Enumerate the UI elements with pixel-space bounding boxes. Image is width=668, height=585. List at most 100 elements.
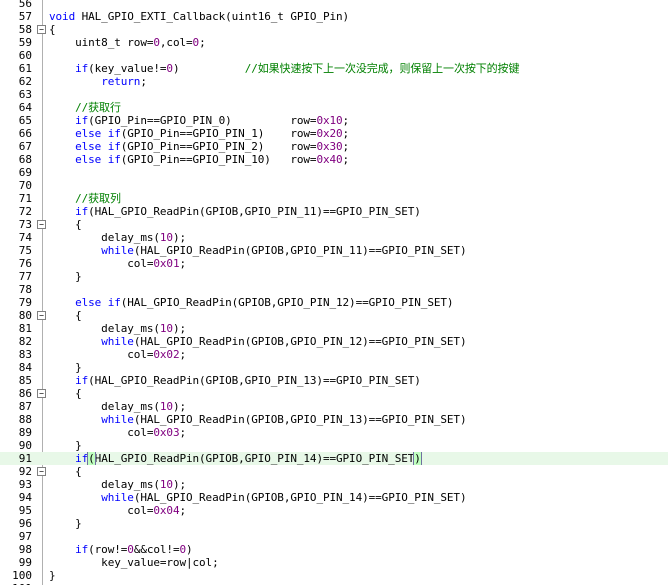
code-text: }: [49, 361, 82, 374]
code-token: ;: [179, 504, 186, 517]
code-line[interactable]: 72 if(HAL_GPIO_ReadPin(GPIOB,GPIO_PIN_11…: [0, 205, 668, 218]
code-token: {: [49, 218, 82, 231]
code-line[interactable]: 100}: [0, 569, 668, 582]
fold-toggle-icon[interactable]: −: [37, 467, 46, 476]
code-text: col=0x04;: [49, 504, 186, 517]
number-token: 0x20: [316, 127, 343, 140]
code-line[interactable]: 88 while(HAL_GPIO_ReadPin(GPIOB,GPIO_PIN…: [0, 413, 668, 426]
code-line[interactable]: 71 //获取列: [0, 192, 668, 205]
code-line[interactable]: 74 delay_ms(10);: [0, 231, 668, 244]
code-text: {: [49, 465, 82, 478]
code-line[interactable]: 64 //获取行: [0, 101, 668, 114]
code-line[interactable]: 58−{: [0, 23, 668, 36]
code-token: );: [172, 322, 186, 335]
code-line[interactable]: 90 }: [0, 439, 668, 452]
code-token: (GPIO_Pin==GPIO_PIN_10) row=: [120, 153, 317, 166]
line-number: 57: [18, 10, 32, 23]
line-number: 76: [18, 257, 32, 270]
line-number: 86: [18, 387, 32, 400]
line-number: 91: [18, 452, 32, 465]
keyword-token: while: [101, 244, 134, 257]
number-token: 10: [159, 231, 173, 244]
code-text: //获取行: [49, 101, 121, 114]
code-line[interactable]: 83 col=0x02;: [0, 348, 668, 361]
code-token: );: [172, 400, 186, 413]
code-token: (key_value!=: [88, 62, 167, 75]
code-text: if(row!=0&&col!=0): [49, 543, 193, 556]
code-line[interactable]: 98 if(row!=0&&col!=0): [0, 543, 668, 556]
code-line[interactable]: 93 delay_ms(10);: [0, 478, 668, 491]
code-line[interactable]: 70: [0, 179, 668, 192]
code-token: delay_ms(: [49, 322, 160, 335]
keyword-token: else if: [75, 127, 121, 140]
code-line[interactable]: 65 if(GPIO_Pin==GPIO_PIN_0) row=0x10;: [0, 114, 668, 127]
code-line[interactable]: 85 if(HAL_GPIO_ReadPin(GPIOB,GPIO_PIN_13…: [0, 374, 668, 387]
code-line[interactable]: 92− {: [0, 465, 668, 478]
code-text: delay_ms(10);: [49, 478, 186, 491]
code-line[interactable]: 96 }: [0, 517, 668, 530]
code-line[interactable]: 73− {: [0, 218, 668, 231]
code-line[interactable]: 76 col=0x01;: [0, 257, 668, 270]
code-token: ): [172, 62, 245, 75]
code-line[interactable]: 89 col=0x03;: [0, 426, 668, 439]
code-line[interactable]: 56: [0, 0, 668, 10]
current-code-line[interactable]: 91 if(HAL_GPIO_ReadPin(GPIOB,GPIO_PIN_14…: [0, 452, 668, 465]
line-number: 96: [18, 517, 32, 530]
code-text: col=0x02;: [49, 348, 186, 361]
code-line[interactable]: 61 if(key_value!=0) //如果快速按下上一次没完成，则保留上一…: [0, 62, 668, 75]
code-token: }: [49, 439, 82, 452]
code-line[interactable]: 60: [0, 49, 668, 62]
fold-toggle-icon[interactable]: −: [37, 311, 46, 320]
number-token: 0x03: [153, 426, 180, 439]
code-line[interactable]: 67 else if(GPIO_Pin==GPIO_PIN_2) row=0x3…: [0, 140, 668, 153]
code-text: if(HAL_GPIO_ReadPin(GPIOB,GPIO_PIN_11)==…: [49, 205, 421, 218]
code-token: (HAL_GPIO_ReadPin(GPIOB,GPIO_PIN_13)==GP…: [133, 413, 467, 426]
line-number: 74: [18, 231, 32, 244]
code-line[interactable]: 81 delay_ms(10);: [0, 322, 668, 335]
code-line[interactable]: 62 return;: [0, 75, 668, 88]
code-line[interactable]: 95 col=0x04;: [0, 504, 668, 517]
code-line[interactable]: 97: [0, 530, 668, 543]
code-line[interactable]: 94 while(HAL_GPIO_ReadPin(GPIOB,GPIO_PIN…: [0, 491, 668, 504]
keyword-token: else if: [75, 296, 121, 309]
code-line[interactable]: 78: [0, 283, 668, 296]
code-line[interactable]: 87 delay_ms(10);: [0, 400, 668, 413]
code-token: delay_ms(: [49, 231, 160, 244]
code-text: while(HAL_GPIO_ReadPin(GPIOB,GPIO_PIN_11…: [49, 244, 466, 257]
code-line[interactable]: 66 else if(GPIO_Pin==GPIO_PIN_1) row=0x2…: [0, 127, 668, 140]
code-line[interactable]: 75 while(HAL_GPIO_ReadPin(GPIOB,GPIO_PIN…: [0, 244, 668, 257]
code-line[interactable]: 63: [0, 88, 668, 101]
code-text: if(HAL_GPIO_ReadPin(GPIOB,GPIO_PIN_13)==…: [49, 374, 421, 387]
code-line[interactable]: 82 while(HAL_GPIO_ReadPin(GPIOB,GPIO_PIN…: [0, 335, 668, 348]
code-token: {: [49, 23, 56, 36]
code-line[interactable]: 77 }: [0, 270, 668, 283]
code-line[interactable]: 84 }: [0, 361, 668, 374]
code-line[interactable]: 86− {: [0, 387, 668, 400]
code-line[interactable]: 79 else if(HAL_GPIO_ReadPin(GPIOB,GPIO_P…: [0, 296, 668, 309]
line-number: 58: [18, 23, 32, 36]
line-number: 85: [18, 374, 32, 387]
code-token: (HAL_GPIO_ReadPin(GPIOB,GPIO_PIN_11)==GP…: [88, 205, 421, 218]
line-number: 70: [18, 179, 32, 192]
code-line[interactable]: 68 else if(GPIO_Pin==GPIO_PIN_10) row=0x…: [0, 153, 668, 166]
fold-toggle-icon[interactable]: −: [37, 25, 46, 34]
code-line[interactable]: 99 key_value=row|col;: [0, 556, 668, 569]
code-line[interactable]: 69: [0, 166, 668, 179]
code-editor[interactable]: 56 57 void HAL_GPIO_EXTI_Callback(uint16_t…: [0, 0, 668, 585]
line-number: 65: [18, 114, 32, 127]
code-line[interactable]: 59 uint8_t row=0,col=0;: [0, 36, 668, 49]
code-line[interactable]: 57 void HAL_GPIO_EXTI_Callback(uint16_t G…: [0, 10, 668, 23]
code-token: }: [49, 270, 82, 283]
code-token: HAL_GPIO_EXTI_Callback(uint16_t GPIO_Pin…: [75, 10, 350, 23]
code-text: uint8_t row=0,col=0;: [49, 36, 206, 49]
fold-toggle-icon[interactable]: −: [37, 389, 46, 398]
fold-toggle-icon[interactable]: −: [37, 220, 46, 229]
code-line[interactable]: 80− {: [0, 309, 668, 322]
code-text: col=0x01;: [49, 257, 186, 270]
keyword-token: if: [75, 374, 89, 387]
